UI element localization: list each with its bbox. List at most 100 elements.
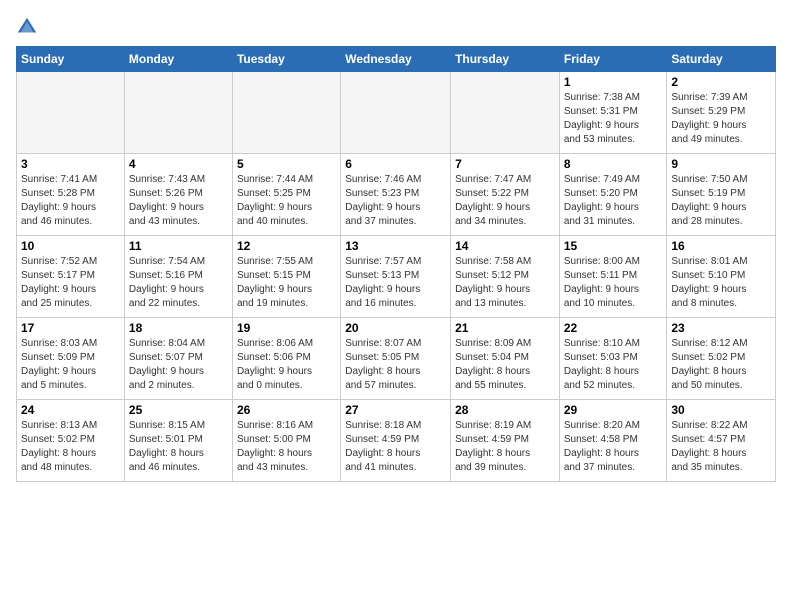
day-number: 17 — [21, 321, 120, 335]
calendar-cell: 1 Sunrise: 7:38 AM Sunset: 5:31 PM Daylig… — [559, 72, 667, 154]
day-number: 14 — [455, 239, 555, 253]
day-info: Sunrise: 8:12 AM Sunset: 5:02 PM Dayligh… — [671, 337, 771, 393]
day-info: Sunrise: 7:54 AM Sunset: 5:16 PM Dayligh… — [129, 255, 228, 311]
calendar-body: 1 Sunrise: 7:38 AM Sunset: 5:31 PM Daylig… — [17, 72, 776, 482]
day-info: Sunrise: 7:46 AM Sunset: 5:23 PM Dayligh… — [345, 173, 446, 229]
weekday-header-monday: Monday — [124, 47, 232, 72]
day-info: Sunrise: 7:41 AM Sunset: 5:28 PM Dayligh… — [21, 173, 120, 229]
day-number: 6 — [345, 157, 446, 171]
day-info: Sunrise: 8:13 AM Sunset: 5:02 PM Dayligh… — [21, 419, 120, 475]
day-number: 24 — [21, 403, 120, 417]
calendar-cell: 24 Sunrise: 8:13 AM Sunset: 5:02 PM Dayli… — [17, 400, 125, 482]
header — [16, 12, 776, 38]
day-info: Sunrise: 7:38 AM Sunset: 5:31 PM Dayligh… — [564, 91, 663, 147]
weekday-header-saturday: Saturday — [667, 47, 776, 72]
day-number: 16 — [671, 239, 771, 253]
day-info: Sunrise: 8:04 AM Sunset: 5:07 PM Dayligh… — [129, 337, 228, 393]
week-row-1: 1 Sunrise: 7:38 AM Sunset: 5:31 PM Daylig… — [17, 72, 776, 154]
week-row-4: 17 Sunrise: 8:03 AM Sunset: 5:09 PM Dayli… — [17, 318, 776, 400]
calendar-cell: 12 Sunrise: 7:55 AM Sunset: 5:15 PM Dayli… — [232, 236, 340, 318]
day-info: Sunrise: 8:09 AM Sunset: 5:04 PM Dayligh… — [455, 337, 555, 393]
day-number: 2 — [671, 75, 771, 89]
day-info: Sunrise: 8:10 AM Sunset: 5:03 PM Dayligh… — [564, 337, 663, 393]
weekday-header-row: SundayMondayTuesdayWednesdayThursdayFrid… — [17, 47, 776, 72]
day-number: 7 — [455, 157, 555, 171]
day-number: 1 — [564, 75, 663, 89]
day-number: 18 — [129, 321, 228, 335]
day-info: Sunrise: 7:58 AM Sunset: 5:12 PM Dayligh… — [455, 255, 555, 311]
day-number: 30 — [671, 403, 771, 417]
day-info: Sunrise: 7:43 AM Sunset: 5:26 PM Dayligh… — [129, 173, 228, 229]
day-info: Sunrise: 7:47 AM Sunset: 5:22 PM Dayligh… — [455, 173, 555, 229]
day-info: Sunrise: 8:03 AM Sunset: 5:09 PM Dayligh… — [21, 337, 120, 393]
day-number: 28 — [455, 403, 555, 417]
weekday-header-wednesday: Wednesday — [341, 47, 451, 72]
calendar-cell: 16Sunrise: 8:01 AM Sunset: 5:10 PM Dayli… — [667, 236, 776, 318]
day-info: Sunrise: 8:19 AM Sunset: 4:59 PM Dayligh… — [455, 419, 555, 475]
weekday-header-friday: Friday — [559, 47, 667, 72]
weekday-header-tuesday: Tuesday — [232, 47, 340, 72]
calendar-cell — [232, 72, 340, 154]
day-info: Sunrise: 8:07 AM Sunset: 5:05 PM Dayligh… — [345, 337, 446, 393]
calendar-cell: 25Sunrise: 8:15 AM Sunset: 5:01 PM Dayli… — [124, 400, 232, 482]
calendar-cell: 13Sunrise: 7:57 AM Sunset: 5:13 PM Dayli… — [341, 236, 451, 318]
day-number: 10 — [21, 239, 120, 253]
calendar-cell — [17, 72, 125, 154]
day-number: 8 — [564, 157, 663, 171]
day-number: 26 — [237, 403, 336, 417]
day-number: 29 — [564, 403, 663, 417]
calendar-header: SundayMondayTuesdayWednesdayThursdayFrid… — [17, 47, 776, 72]
calendar-cell: 7 Sunrise: 7:47 AM Sunset: 5:22 PM Daylig… — [451, 154, 560, 236]
day-number: 20 — [345, 321, 446, 335]
calendar-cell: 11 Sunrise: 7:54 AM Sunset: 5:16 PM Dayli… — [124, 236, 232, 318]
calendar-cell: 20 Sunrise: 8:07 AM Sunset: 5:05 PM Dayli… — [341, 318, 451, 400]
calendar-cell: 2 Sunrise: 7:39 AM Sunset: 5:29 PM Daylig… — [667, 72, 776, 154]
calendar-cell — [341, 72, 451, 154]
calendar-cell: 10 Sunrise: 7:52 AM Sunset: 5:17 PM Dayli… — [17, 236, 125, 318]
day-info: Sunrise: 7:57 AM Sunset: 5:13 PM Dayligh… — [345, 255, 446, 311]
day-info: Sunrise: 8:18 AM Sunset: 4:59 PM Dayligh… — [345, 419, 446, 475]
day-info: Sunrise: 7:52 AM Sunset: 5:17 PM Dayligh… — [21, 255, 120, 311]
day-number: 11 — [129, 239, 228, 253]
day-info: Sunrise: 7:39 AM Sunset: 5:29 PM Dayligh… — [671, 91, 771, 147]
calendar-cell: 15Sunrise: 8:00 AM Sunset: 5:11 PM Dayli… — [559, 236, 667, 318]
week-row-3: 10 Sunrise: 7:52 AM Sunset: 5:17 PM Dayli… — [17, 236, 776, 318]
day-info: Sunrise: 8:20 AM Sunset: 4:58 PM Dayligh… — [564, 419, 663, 475]
calendar-cell: 21 Sunrise: 8:09 AM Sunset: 5:04 PM Dayli… — [451, 318, 560, 400]
calendar-cell: 9 Sunrise: 7:50 AM Sunset: 5:19 PM Daylig… — [667, 154, 776, 236]
logo-icon — [16, 16, 38, 38]
day-number: 19 — [237, 321, 336, 335]
calendar-cell: 5 Sunrise: 7:44 AM Sunset: 5:25 PM Daylig… — [232, 154, 340, 236]
calendar-cell: 29 Sunrise: 8:20 AM Sunset: 4:58 PM Dayli… — [559, 400, 667, 482]
day-info: Sunrise: 7:44 AM Sunset: 5:25 PM Dayligh… — [237, 173, 336, 229]
day-info: Sunrise: 7:49 AM Sunset: 5:20 PM Dayligh… — [564, 173, 663, 229]
day-info: Sunrise: 8:16 AM Sunset: 5:00 PM Dayligh… — [237, 419, 336, 475]
week-row-2: 3 Sunrise: 7:41 AM Sunset: 5:28 PM Daylig… — [17, 154, 776, 236]
day-number: 21 — [455, 321, 555, 335]
day-number: 12 — [237, 239, 336, 253]
day-info: Sunrise: 8:22 AM Sunset: 4:57 PM Dayligh… — [671, 419, 771, 475]
day-number: 15 — [564, 239, 663, 253]
day-number: 4 — [129, 157, 228, 171]
calendar-cell: 6 Sunrise: 7:46 AM Sunset: 5:23 PM Daylig… — [341, 154, 451, 236]
calendar-cell: 19Sunrise: 8:06 AM Sunset: 5:06 PM Dayli… — [232, 318, 340, 400]
calendar-cell: 28 Sunrise: 8:19 AM Sunset: 4:59 PM Dayli… — [451, 400, 560, 482]
day-number: 5 — [237, 157, 336, 171]
calendar-cell: 27 Sunrise: 8:18 AM Sunset: 4:59 PM Dayli… — [341, 400, 451, 482]
calendar-cell: 14 Sunrise: 7:58 AM Sunset: 5:12 PM Dayli… — [451, 236, 560, 318]
page-container: SundayMondayTuesdayWednesdayThursdayFrid… — [0, 0, 792, 490]
day-number: 27 — [345, 403, 446, 417]
day-number: 9 — [671, 157, 771, 171]
calendar-cell: 18 Sunrise: 8:04 AM Sunset: 5:07 PM Dayli… — [124, 318, 232, 400]
calendar-cell: 8 Sunrise: 7:49 AM Sunset: 5:20 PM Daylig… — [559, 154, 667, 236]
calendar-cell — [124, 72, 232, 154]
calendar-cell: 3 Sunrise: 7:41 AM Sunset: 5:28 PM Daylig… — [17, 154, 125, 236]
week-row-5: 24 Sunrise: 8:13 AM Sunset: 5:02 PM Dayli… — [17, 400, 776, 482]
day-info: Sunrise: 7:50 AM Sunset: 5:19 PM Dayligh… — [671, 173, 771, 229]
day-number: 3 — [21, 157, 120, 171]
day-info: Sunrise: 7:55 AM Sunset: 5:15 PM Dayligh… — [237, 255, 336, 311]
day-number: 23 — [671, 321, 771, 335]
calendar-cell: 23 Sunrise: 8:12 AM Sunset: 5:02 PM Dayli… — [667, 318, 776, 400]
weekday-header-sunday: Sunday — [17, 47, 125, 72]
calendar: SundayMondayTuesdayWednesdayThursdayFrid… — [16, 46, 776, 482]
